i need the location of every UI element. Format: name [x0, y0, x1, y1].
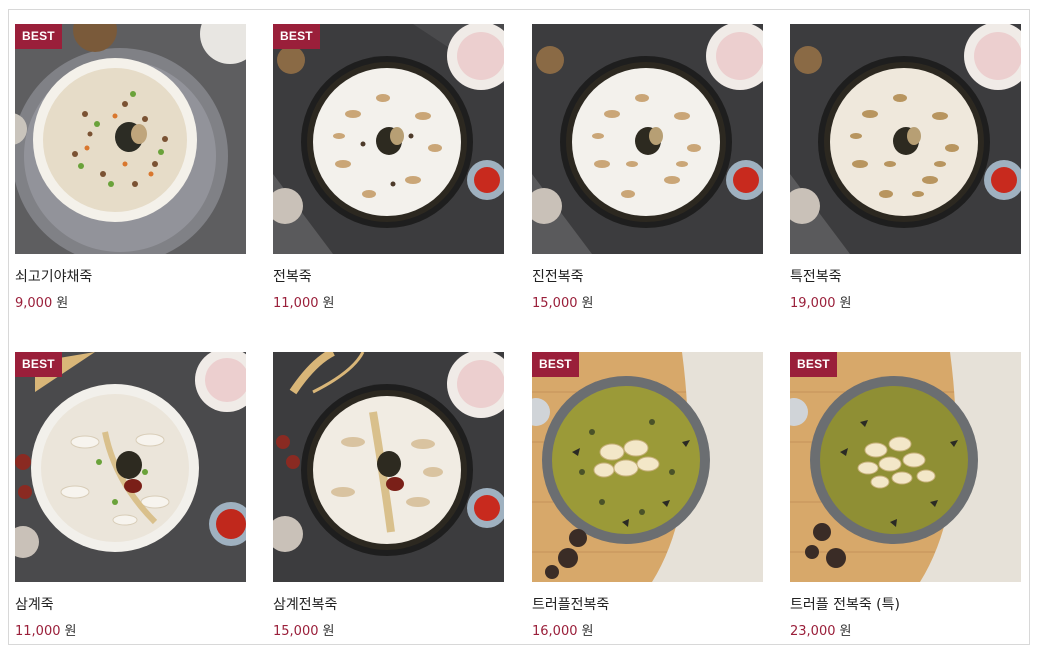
price-value: 9,000: [15, 296, 53, 311]
product-image[interactable]: BEST: [15, 24, 246, 254]
special-truffle-abalone-porridge-image: [790, 352, 1021, 582]
product-price: 19,000 원: [790, 292, 851, 311]
product-name[interactable]: 특전복죽: [790, 266, 842, 286]
product-price: 23,000 원: [790, 620, 851, 639]
currency-unit: 원: [581, 624, 594, 639]
currency-unit: 원: [581, 296, 594, 311]
product-image[interactable]: BEST: [15, 352, 246, 582]
product-card[interactable]: BEST 전복죽 11,000 원: [273, 24, 504, 311]
currency-unit: 원: [322, 624, 335, 639]
product-image[interactable]: [273, 352, 504, 582]
currency-unit: 원: [64, 624, 77, 639]
product-card[interactable]: BEST 삼계죽 11,000 원: [15, 352, 246, 639]
ginseng-chicken-abalone-porridge-image: [273, 352, 504, 582]
currency-unit: 원: [322, 296, 335, 311]
product-image[interactable]: BEST: [273, 24, 504, 254]
product-name[interactable]: 삼계죽: [15, 594, 54, 614]
ginseng-chicken-porridge-image: [15, 352, 246, 582]
price-value: 11,000: [15, 624, 61, 639]
best-badge: BEST: [15, 352, 62, 377]
product-card[interactable]: 진전복죽 15,000 원: [532, 24, 763, 311]
product-name[interactable]: 진전복죽: [532, 266, 584, 286]
price-value: 15,000: [532, 296, 578, 311]
product-card[interactable]: 특전복죽 19,000 원: [790, 24, 1021, 311]
product-card[interactable]: BEST 트러플 전복죽 (특) 23,000 원: [790, 352, 1021, 639]
product-price: 9,000 원: [15, 292, 68, 311]
best-badge: BEST: [790, 352, 837, 377]
special-abalone-porridge-image: [790, 24, 1021, 254]
price-value: 11,000: [273, 296, 319, 311]
product-price: 15,000 원: [273, 620, 334, 639]
truffle-abalone-porridge-image: [532, 352, 763, 582]
product-price: 11,000 원: [15, 620, 76, 639]
price-value: 23,000: [790, 624, 836, 639]
beef-vegetable-porridge-image: [15, 24, 246, 254]
product-image[interactable]: BEST: [532, 352, 763, 582]
currency-unit: 원: [56, 296, 69, 311]
product-card[interactable]: BEST 쇠고기야채죽 9,000 원: [15, 24, 246, 311]
currency-unit: 원: [839, 624, 852, 639]
currency-unit: 원: [839, 296, 852, 311]
product-price: 15,000 원: [532, 292, 593, 311]
best-badge: BEST: [532, 352, 579, 377]
product-image[interactable]: BEST: [790, 352, 1021, 582]
product-name[interactable]: 트러플전복죽: [532, 594, 609, 614]
price-value: 19,000: [790, 296, 836, 311]
product-name[interactable]: 전복죽: [273, 266, 312, 286]
product-card[interactable]: BEST 트러플전복죽 16,000 원: [532, 352, 763, 639]
product-name[interactable]: 삼계전복죽: [273, 594, 337, 614]
product-image[interactable]: [790, 24, 1021, 254]
best-badge: BEST: [273, 24, 320, 49]
product-card[interactable]: 삼계전복죽 15,000 원: [273, 352, 504, 639]
premium-abalone-porridge-image: [532, 24, 763, 254]
price-value: 16,000: [532, 624, 578, 639]
product-price: 11,000 원: [273, 292, 334, 311]
price-value: 15,000: [273, 624, 319, 639]
abalone-porridge-image: [273, 24, 504, 254]
product-image[interactable]: [532, 24, 763, 254]
product-name[interactable]: 쇠고기야채죽: [15, 266, 92, 286]
product-price: 16,000 원: [532, 620, 593, 639]
product-name[interactable]: 트러플 전복죽 (특): [790, 594, 900, 614]
best-badge: BEST: [15, 24, 62, 49]
